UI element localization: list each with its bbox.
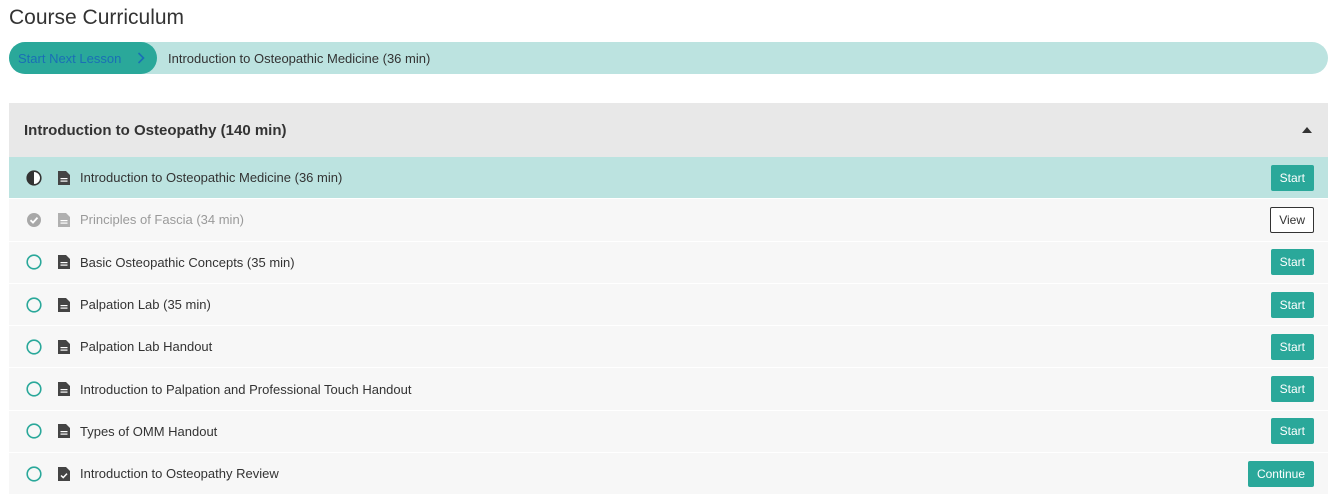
continue-button[interactable]: Continue xyxy=(1247,460,1314,487)
start-button[interactable]: Start xyxy=(1270,291,1314,318)
lesson-row[interactable]: Basic Osteopathic Concepts (35 min) Star… xyxy=(9,241,1328,284)
quiz-icon xyxy=(58,466,70,481)
lesson-row[interactable]: Introduction to Palpation and Profession… xyxy=(9,368,1328,411)
check-circle-icon xyxy=(26,212,42,228)
empty-circle-icon xyxy=(26,466,42,482)
half-circle-icon xyxy=(26,170,42,186)
lesson-title[interactable]: Introduction to Palpation and Profession… xyxy=(80,382,412,397)
empty-circle-icon xyxy=(26,381,42,397)
empty-circle-icon xyxy=(26,296,42,313)
start-button[interactable]: Start xyxy=(1270,164,1314,191)
empty-circle-icon xyxy=(26,254,42,270)
next-lesson-title: Introduction to Osteopathic Medicine (36… xyxy=(168,50,431,66)
lesson-row[interactable]: Introduction to Osteopathic Medicine (36… xyxy=(9,157,1328,200)
page-title: Course Curriculum xyxy=(9,6,185,29)
lesson-title[interactable]: Principles of Fascia (34 min) xyxy=(80,212,244,227)
lesson-title[interactable]: Types of OMM Handout xyxy=(80,424,217,439)
section-header[interactable]: Introduction to Osteopathy (140 min) xyxy=(9,103,1328,157)
caret-up-icon[interactable] xyxy=(1302,125,1312,135)
start-next-lesson-label: Start Next Lesson xyxy=(18,50,122,66)
next-lesson-bar: Start Next Lesson Introduction to Osteop… xyxy=(9,42,1328,74)
curriculum-section: Introduction to Osteopathy (140 min) Int… xyxy=(9,103,1328,495)
document-icon xyxy=(58,297,70,312)
lesson-row[interactable]: Principles of Fascia (34 min) View xyxy=(9,199,1328,242)
start-next-lesson-button[interactable]: Start Next Lesson xyxy=(9,42,157,74)
lesson-title[interactable]: Palpation Lab Handout xyxy=(80,339,212,354)
lesson-title[interactable]: Introduction to Osteopathic Medicine (36… xyxy=(80,170,342,185)
lesson-row[interactable]: Introduction to Osteopathy Review Contin… xyxy=(9,453,1328,495)
empty-circle-icon xyxy=(26,339,42,355)
document-icon xyxy=(58,255,70,270)
section-title: Introduction to Osteopathy (140 min) xyxy=(24,121,287,139)
chevron-right-icon xyxy=(135,52,147,64)
lesson-list: Introduction to Osteopathic Medicine (36… xyxy=(9,157,1328,495)
lesson-row[interactable]: Palpation Lab (35 min) Start xyxy=(9,283,1328,327)
start-button[interactable]: Start xyxy=(1270,376,1314,403)
document-icon xyxy=(58,382,70,397)
start-button[interactable]: Start xyxy=(1270,418,1314,445)
document-icon xyxy=(58,212,70,227)
start-button[interactable]: Start xyxy=(1270,333,1314,360)
start-button[interactable]: Start xyxy=(1270,249,1314,276)
lesson-title[interactable]: Introduction to Osteopathy Review xyxy=(80,466,279,481)
document-icon xyxy=(58,170,70,185)
lesson-title[interactable]: Palpation Lab (35 min) xyxy=(80,297,211,312)
lesson-row[interactable]: Palpation Lab Handout Start xyxy=(9,326,1328,369)
lesson-title[interactable]: Basic Osteopathic Concepts (35 min) xyxy=(80,255,295,270)
empty-circle-icon xyxy=(26,423,42,440)
document-icon xyxy=(58,424,70,439)
view-button[interactable]: View xyxy=(1270,206,1314,233)
lesson-row[interactable]: Types of OMM Handout Start xyxy=(9,410,1328,454)
document-icon xyxy=(58,339,70,354)
